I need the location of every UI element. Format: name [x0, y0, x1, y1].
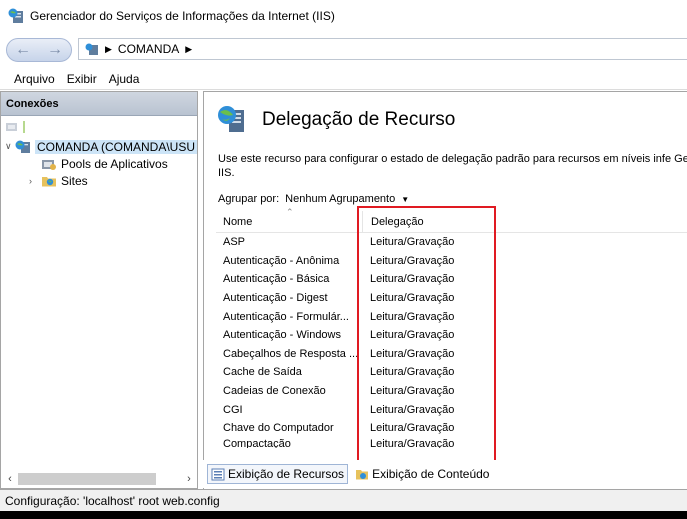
feature-description: Use este recurso para configurar o estad…: [218, 153, 687, 179]
tree-node-sites-label[interactable]: Sites: [61, 174, 88, 188]
sites-folder-icon: [41, 174, 57, 188]
tab-content-view-label[interactable]: Exibição de Conteúdo: [372, 467, 489, 481]
connections-header: Conexões: [1, 92, 197, 116]
status-bar: Configuração: 'localhost' root web.confi…: [0, 489, 687, 511]
page-title: Delegação de Recurso: [262, 109, 456, 130]
connect-icon[interactable]: [5, 121, 19, 133]
tree-node-app-pools-label[interactable]: Pools de Aplicativos: [61, 157, 168, 171]
content-view-icon: [355, 468, 369, 481]
tab-features-view[interactable]: Exibição de Recursos: [207, 464, 349, 484]
list-item-name[interactable]: Cache de Saída: [216, 366, 362, 378]
breadcrumb-separator-icon[interactable]: ▶: [185, 44, 192, 55]
forward-arrow-icon[interactable]: →: [47, 41, 63, 58]
group-by-label: Agrupar por:: [218, 193, 280, 205]
feature-content-pane: Delegação de Recurso Use este recurso pa…: [203, 91, 687, 489]
list-item-name[interactable]: Autenticação - Formulár...: [216, 311, 362, 323]
expand-chevron-icon[interactable]: ›: [29, 176, 39, 186]
breadcrumb-separator-icon[interactable]: ▶: [105, 44, 112, 55]
menu-exibir[interactable]: Exibir: [61, 72, 103, 86]
feature-delegation-icon: [216, 104, 248, 136]
features-view-icon: [211, 468, 225, 481]
address-bar: ← → ▶ COMANDA ▶: [0, 31, 687, 68]
server-icon: [85, 43, 99, 56]
iis-app-icon: [8, 8, 24, 24]
title-bar: Gerenciador do Serviços de Informações d…: [0, 0, 687, 31]
menu-ajuda[interactable]: Ajuda: [103, 72, 146, 86]
connections-toolbar: [1, 116, 197, 138]
group-by-dropdown[interactable]: Nenhum Agrupamento ▼: [285, 193, 409, 205]
scrollbar-thumb[interactable]: [18, 473, 156, 485]
connections-pane: Conexões ∨ COMANDA (COMANDA\USU Pools de…: [0, 91, 198, 489]
list-item-name[interactable]: ASP: [216, 236, 362, 248]
feature-header: Delegação de Recurso: [216, 104, 455, 136]
list-item-name[interactable]: Cadeias de Conexão: [216, 385, 362, 397]
screen-edge: [0, 511, 687, 519]
app-pools-icon: [41, 157, 57, 171]
delegation-column-highlight: [357, 206, 496, 463]
menu-bar: Arquivo Exibir Ajuda: [0, 68, 687, 90]
list-item-name[interactable]: CGI: [216, 404, 362, 416]
back-arrow-icon[interactable]: ←: [15, 41, 31, 58]
scrollbar-track[interactable]: [18, 472, 181, 485]
scroll-right-icon[interactable]: ›: [181, 473, 197, 485]
collapse-chevron-icon[interactable]: ∨: [5, 141, 13, 152]
status-text: Configuração: 'localhost' root web.confi…: [5, 493, 220, 508]
connections-horizontal-scrollbar[interactable]: ‹ ›: [2, 470, 197, 487]
list-item-name[interactable]: Compactação: [216, 438, 362, 448]
tab-content-view[interactable]: Exibição de Conteúdo: [352, 464, 492, 484]
list-item-name[interactable]: Autenticação - Digest: [216, 292, 362, 304]
breadcrumb-comanda[interactable]: COMANDA: [118, 42, 179, 56]
tree-node-app-pools[interactable]: Pools de Aplicativos: [1, 155, 197, 172]
save-connection-icon[interactable]: [23, 121, 26, 133]
sort-ascending-icon: ⌃: [286, 207, 294, 217]
view-switcher: Exibição de Recursos Exibição de Conteúd…: [203, 460, 687, 488]
menu-arquivo[interactable]: Arquivo: [8, 72, 61, 86]
scroll-left-icon[interactable]: ‹: [2, 473, 18, 485]
iis-manager-window: Gerenciador do Serviços de Informações d…: [0, 0, 687, 519]
window-title: Gerenciador do Serviços de Informações d…: [30, 8, 335, 23]
tree-node-sites[interactable]: › Sites: [1, 172, 197, 189]
list-item-name[interactable]: Autenticação - Windows: [216, 329, 362, 341]
list-item-name[interactable]: Autenticação - Anônima: [216, 255, 362, 267]
tree-node-server[interactable]: ∨ COMANDA (COMANDA\USU: [1, 138, 197, 155]
group-by-bar: Agrupar por: Nenhum Agrupamento ▼: [218, 193, 409, 205]
list-item-name[interactable]: Chave do Computador: [216, 422, 362, 434]
connections-tree: ∨ COMANDA (COMANDA\USU Pools de Aplicati…: [1, 138, 197, 189]
group-by-value[interactable]: Nenhum Agrupamento: [285, 193, 395, 205]
nav-buttons: ← →: [6, 37, 72, 62]
tab-features-view-label[interactable]: Exibição de Recursos: [228, 467, 344, 481]
list-item-name[interactable]: Cabeçalhos de Resposta ...: [216, 348, 362, 360]
tree-node-server-label[interactable]: COMANDA (COMANDA\USU: [34, 139, 197, 154]
list-item-name[interactable]: Autenticação - Básica: [216, 273, 362, 285]
server-icon: [15, 140, 31, 154]
address-field[interactable]: ▶ COMANDA ▶: [78, 38, 687, 60]
chevron-down-icon[interactable]: ▼: [401, 195, 409, 204]
